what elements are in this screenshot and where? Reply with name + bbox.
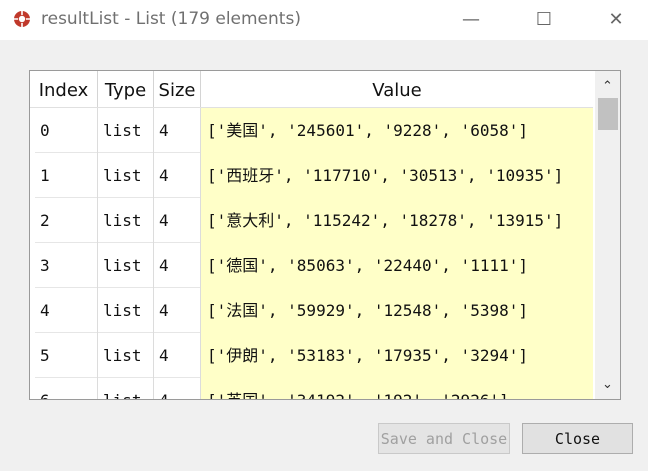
size-cell[interactable]: 4 — [154, 378, 201, 399]
type-cell[interactable]: list — [98, 288, 154, 333]
size-cell[interactable]: 4 — [154, 198, 201, 243]
list-table: ^ Index Type Size Value 0 list 4 ['美国', … — [29, 70, 621, 400]
index-cell[interactable]: 0 — [35, 108, 98, 153]
index-cell[interactable]: 6 — [35, 378, 98, 399]
column-header-label: Value — [372, 80, 422, 101]
column-header-type[interactable]: Type — [98, 71, 154, 107]
scroll-up-icon[interactable]: ⌃ — [595, 75, 620, 97]
column-header-label: Type — [104, 80, 147, 101]
index-cell[interactable]: 3 — [35, 243, 98, 288]
type-cell[interactable]: list — [98, 333, 154, 378]
column-header-size[interactable]: Size — [154, 71, 201, 107]
value-cell[interactable]: ['伊朗', '53183', '17935', '3294'] — [201, 333, 593, 378]
size-cell[interactable]: 4 — [154, 288, 201, 333]
column-header-label: Index — [38, 80, 89, 101]
value-cell[interactable]: ['西班牙', '117710', '30513', '10935'] — [201, 153, 593, 198]
type-cell[interactable]: list — [98, 198, 154, 243]
value-cell[interactable]: ['英国', '34192', '192', '2926'] — [201, 378, 593, 399]
type-cell[interactable]: list — [98, 243, 154, 288]
window-title: resultList - List (179 elements) — [41, 9, 301, 29]
value-cell[interactable]: ['德国', '85063', '22440', '1111'] — [201, 243, 593, 288]
column-header-value[interactable]: Value — [201, 71, 593, 107]
maximize-icon[interactable]: ☐ — [524, 0, 564, 38]
close-window-icon[interactable]: ✕ — [596, 0, 636, 38]
value-cell[interactable]: ['法国', '59929', '12548', '5398'] — [201, 288, 593, 333]
table-row[interactable]: 4 list 4 ['法国', '59929', '12548', '5398'… — [35, 288, 593, 333]
size-cell[interactable]: 4 — [154, 333, 201, 378]
table-row[interactable]: 3 list 4 ['德国', '85063', '22440', '1111'… — [35, 243, 593, 288]
table-row[interactable]: 6 list 4 ['英国', '34192', '192', '2926'] — [35, 378, 593, 399]
vertical-scrollbar[interactable]: ⌃ ⌄ — [595, 71, 620, 399]
column-header-label: Size — [158, 80, 196, 101]
index-cell[interactable]: 5 — [35, 333, 98, 378]
scroll-thumb[interactable] — [598, 98, 618, 130]
value-cell[interactable]: ['意大利', '115242', '18278', '13915'] — [201, 198, 593, 243]
table-row[interactable]: 0 list 4 ['美国', '245601', '9228', '6058'… — [35, 108, 593, 153]
table-header: ^ Index Type Size Value — [30, 71, 593, 108]
size-cell[interactable]: 4 — [154, 243, 201, 288]
spyder-app-icon — [14, 11, 30, 27]
size-cell[interactable]: 4 — [154, 153, 201, 198]
type-cell[interactable]: list — [98, 108, 154, 153]
type-cell[interactable]: list — [98, 153, 154, 198]
close-button[interactable]: Close — [522, 423, 633, 454]
type-cell[interactable]: list — [98, 378, 154, 399]
table-row[interactable]: 1 list 4 ['西班牙', '117710', '30513', '109… — [35, 153, 593, 198]
index-cell[interactable]: 2 — [35, 198, 98, 243]
table-row[interactable]: 5 list 4 ['伊朗', '53183', '17935', '3294'… — [35, 333, 593, 378]
title-bar: resultList - List (179 elements) — ☐ ✕ — [0, 0, 648, 40]
table-body: 0 list 4 ['美国', '245601', '9228', '6058'… — [35, 108, 593, 399]
table-row[interactable]: 2 list 4 ['意大利', '115242', '18278', '139… — [35, 198, 593, 243]
minimize-icon[interactable]: — — [451, 0, 491, 38]
size-cell[interactable]: 4 — [154, 108, 201, 153]
column-header-index[interactable]: ^ Index — [30, 71, 98, 107]
value-cell[interactable]: ['美国', '245601', '9228', '6058'] — [201, 108, 593, 153]
save-and-close-button[interactable]: Save and Close — [378, 423, 510, 454]
index-cell[interactable]: 1 — [35, 153, 98, 198]
scroll-down-icon[interactable]: ⌄ — [595, 373, 620, 395]
index-cell[interactable]: 4 — [35, 288, 98, 333]
